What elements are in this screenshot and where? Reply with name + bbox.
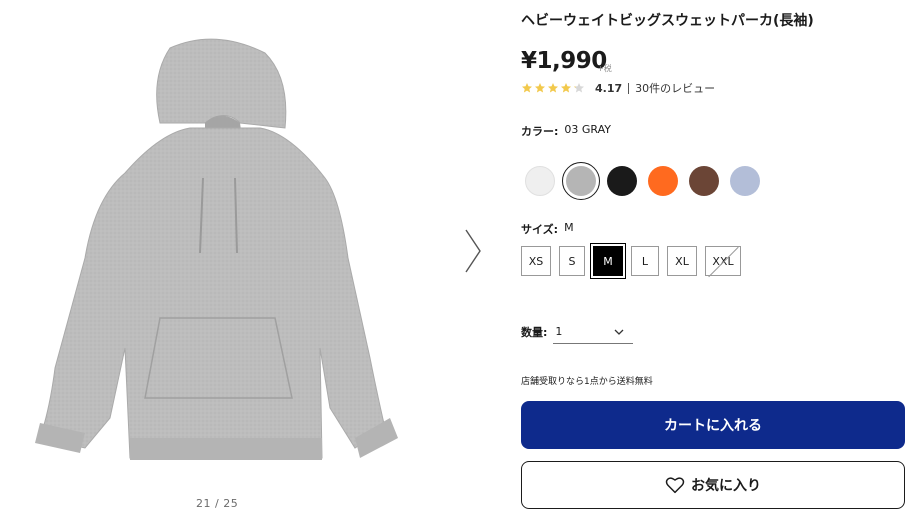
- favorite-button[interactable]: お気に入り: [521, 461, 905, 509]
- size-option-xxl[interactable]: XXL: [705, 246, 741, 276]
- color-label-row: カラー: 03 GRAY: [521, 123, 611, 139]
- size-option-xl[interactable]: XL: [667, 246, 697, 276]
- next-image-chevron-icon[interactable]: [460, 226, 490, 276]
- color-swatches: [521, 162, 767, 200]
- star-icon: [522, 83, 532, 93]
- color-swatch-dot: [525, 166, 555, 196]
- rating: 4.17 30件のレビュー: [521, 80, 715, 96]
- size-option-l[interactable]: L: [631, 246, 659, 276]
- star-icon: [548, 83, 558, 93]
- color-swatch-black[interactable]: [603, 162, 641, 200]
- quantity-row: 数量: 1: [521, 320, 634, 344]
- star-icon: [535, 83, 545, 93]
- size-value: M: [564, 221, 574, 234]
- color-value: 03 GRAY: [564, 123, 612, 136]
- image-pager: 21 / 25: [196, 497, 239, 510]
- shipping-notice: 店舗受取りなら1点から送料無料: [521, 377, 653, 387]
- size-option-xs[interactable]: XS: [521, 246, 551, 276]
- color-swatch-blue[interactable]: [726, 162, 764, 200]
- quantity-label: 数量:: [521, 326, 548, 339]
- color-swatch-gray[interactable]: [562, 162, 600, 200]
- color-label: カラー:: [521, 125, 559, 138]
- chevron-down-icon: [614, 329, 624, 335]
- favorite-label: お気に入り: [691, 478, 761, 494]
- reviews-link[interactable]: 30件のレビュー: [635, 80, 715, 96]
- color-swatch-dot: [607, 166, 637, 196]
- add-to-cart-button[interactable]: カートに入れる: [521, 401, 905, 449]
- color-swatch-brown[interactable]: [685, 162, 723, 200]
- quantity-value: 1: [555, 325, 563, 338]
- size-option-m[interactable]: M: [590, 243, 626, 279]
- star-icon: [561, 83, 571, 93]
- star-icon: [574, 83, 584, 93]
- heart-icon: [665, 477, 685, 494]
- color-swatch-dot: [566, 166, 596, 196]
- add-to-cart-label: カートに入れる: [664, 418, 762, 434]
- color-swatch-orange[interactable]: [644, 162, 682, 200]
- rating-score: 4.17: [595, 81, 623, 95]
- product-price: ¥1,990: [521, 48, 607, 74]
- color-swatch-dot: [689, 166, 719, 196]
- tax-note: +税: [597, 64, 612, 73]
- product-gallery: 21 / 25: [0, 0, 500, 518]
- quantity-select[interactable]: 1: [553, 320, 634, 344]
- size-label: サイズ:: [521, 223, 559, 236]
- product-title: ヘビーウェイトビッグスウェットパーカ(長袖): [521, 13, 814, 29]
- size-option-s[interactable]: S: [559, 246, 585, 276]
- divider: [628, 82, 630, 94]
- color-swatch-dot: [730, 166, 760, 196]
- color-swatch-dot: [648, 166, 678, 196]
- color-swatch-off-white[interactable]: [521, 162, 559, 200]
- product-image: [35, 38, 398, 460]
- size-options: XS S M L XL XXL: [521, 243, 749, 279]
- rating-stars: [521, 82, 585, 94]
- size-label-row: サイズ: M: [521, 221, 574, 237]
